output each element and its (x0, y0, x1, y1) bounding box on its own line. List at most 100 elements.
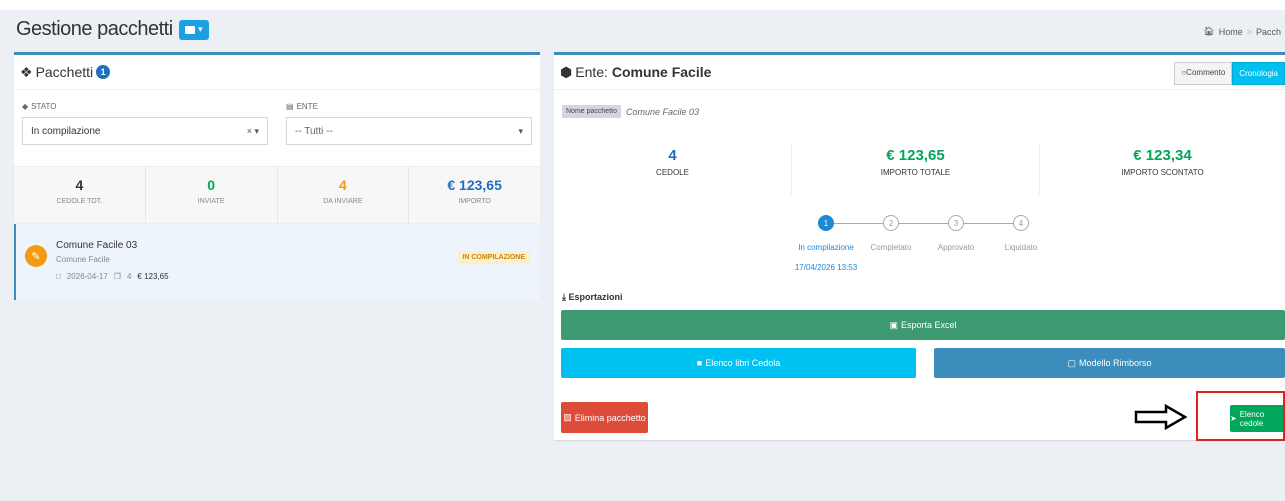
esporta-excel-button[interactable]: ▣ Esporta Excel (561, 310, 1285, 340)
pacchetto-list-item[interactable]: ✎ Comune Facile 03 Comune Facile □ 2026-… (14, 224, 540, 300)
elenco-libri-cedola-button[interactable]: ■ Elenco libri Cedola (561, 348, 916, 378)
stat-value: € 123,65 (886, 147, 945, 164)
cubes-icon: ❖ (20, 63, 33, 80)
cube-icon: ⬢ (560, 63, 573, 80)
breadcrumb-current: Pacch (1255, 26, 1281, 37)
elenco-libri-label: Elenco libri Cedola (705, 358, 781, 368)
stat-inviate: 0 INVIATE (146, 167, 278, 223)
video-camera-icon (185, 25, 196, 34)
pacchetto-title: Comune Facile 03 (56, 240, 138, 251)
stat-value: 4 (668, 147, 677, 164)
pacchetti-header: ❖ Pacchetti 1 (14, 55, 540, 90)
pointer-arrow-icon (1134, 404, 1188, 430)
stato-label: ◆ STATO (22, 102, 268, 111)
page-title-text: Gestione pacchetti (16, 18, 173, 40)
step-1-label: In compilazione (798, 243, 854, 252)
step-line (964, 223, 1019, 224)
commento-button[interactable]: ○Commento (1174, 62, 1233, 85)
stat-cedole-tot: 4 CEDOLE TOT. (14, 167, 146, 223)
top-strip (0, 0, 1285, 10)
chevron-down-icon: ▾ (254, 125, 259, 136)
nome-pacchetto-tag: Nome pacchetto (562, 105, 621, 118)
status-badge: IN COMPILAZIONE (457, 251, 530, 264)
breadcrumb: 🏠︎ Home > Pacch (1203, 26, 1281, 37)
video-dropdown-button[interactable]: ▾ (178, 19, 209, 40)
esportazioni-title: ⤓ Esportazioni (562, 292, 623, 303)
pacchetto-amount: € 123,65 (137, 272, 169, 281)
ente-label-text: ENTE (296, 102, 318, 111)
stat-label: INVIATE (197, 198, 225, 205)
stat-label: IMPORTO TOTALE (880, 168, 951, 177)
step-1-circle: 1 (818, 215, 834, 231)
step-4-label: Liquidato (1004, 243, 1038, 252)
stat-value: 4 (75, 177, 84, 193)
clear-icon[interactable]: × (247, 126, 252, 136)
stat-value: 0 (207, 177, 216, 193)
pacchetto-subtitle: Comune Facile (56, 255, 110, 264)
file-excel-icon: ▣ (889, 319, 898, 330)
step-3-label: Approvato (937, 243, 975, 252)
ente-title-name: Comune Facile (611, 64, 712, 80)
download-icon: ⤓ (562, 292, 566, 302)
nome-pacchetto-row: Nome pacchetto Comune Facile 03 (562, 105, 699, 118)
ente-select[interactable]: -- Tutti -- ▾ (286, 117, 532, 145)
copy-icon: ❐ (113, 272, 121, 281)
cronologia-button[interactable]: Cronologia (1232, 62, 1285, 85)
commento-label: Commento (1186, 68, 1226, 77)
file-pdf-icon: ▢ (1067, 357, 1076, 368)
left-stats: 4 CEDOLE TOT. 0 INVIATE 4 DA INVIARE € 1… (14, 166, 540, 224)
ente-header: ⬢ Ente: Comune Facile ○Commento Cronolog… (554, 55, 1285, 90)
pacchetto-count: 4 (126, 272, 132, 281)
home-icon: 🏠︎ (1203, 26, 1215, 36)
stato-select[interactable]: In compilazione × ▾ (22, 117, 268, 145)
pacchetti-title: Pacchetti (35, 64, 94, 80)
stat-label: IMPORTO SCONTATO (1121, 168, 1204, 177)
trash-icon: ▧ (563, 412, 572, 422)
step-2-label: Completato (870, 243, 912, 252)
right-stats: 4 CEDOLE € 123,65 IMPORTO TOTALE € 123,3… (554, 143, 1285, 195)
pencil-icon: ✎ (25, 245, 47, 267)
stat-cedole: 4 CEDOLE (554, 143, 792, 195)
nome-pacchetto-value: Comune Facile 03 (625, 106, 700, 117)
modello-rimborso-label: Modello Rimborso (1078, 358, 1152, 368)
stat-label: CEDOLE TOT. (56, 198, 103, 205)
stat-label: CEDOLE (656, 168, 689, 177)
ente-label: ▤ ENTE (286, 102, 532, 111)
filters: ◆ STATO In compilazione × ▾ ▤ ENTE -- Tu… (14, 90, 540, 145)
pacchetto-date: 2026-04-17 (66, 272, 108, 281)
step-3-circle: 3 (948, 215, 964, 231)
pacchetti-count-badge: 1 (96, 65, 111, 79)
stato-select-controls: × ▾ (247, 126, 259, 137)
progress-steps: 1 2 3 4 In compilazione Completato Appro… (790, 213, 1040, 283)
highlight-frame (1196, 391, 1285, 441)
building-icon: ▤ (286, 102, 294, 111)
pacchetto-meta: □ 2026-04-17 ❐ 4 € 123,65 (56, 272, 169, 281)
chevron-down-icon: ▾ (518, 125, 523, 136)
stat-importo-scontato: € 123,34 IMPORTO SCONTATO (1040, 143, 1285, 195)
stat-importo: € 123,65 IMPORTO (409, 167, 540, 223)
caret-down-icon: ▾ (198, 24, 203, 34)
stato-filter: ◆ STATO In compilazione × ▾ (22, 102, 268, 145)
stat-value: 4 (338, 177, 347, 193)
calendar-icon: □ (56, 272, 61, 281)
stat-label: IMPORTO (458, 198, 491, 205)
breadcrumb-home[interactable]: Home (1219, 27, 1243, 37)
modello-rimborso-button[interactable]: ▢ Modello Rimborso (934, 348, 1285, 378)
stat-importo-totale: € 123,65 IMPORTO TOTALE (792, 143, 1040, 195)
header-buttons: ○Commento Cronologia (1174, 62, 1285, 85)
ente-filter: ▤ ENTE -- Tutti -- ▾ (286, 102, 532, 145)
stat-da-inviare: 4 DA INVIARE (278, 167, 410, 223)
stat-label: DA INVIARE (323, 198, 363, 205)
page-title: Gestione pacchetti ▾ (16, 18, 209, 41)
stat-value: € 123,65 (447, 177, 502, 193)
ente-select-value: -- Tutti -- (295, 125, 333, 137)
stato-label-text: STATO (31, 102, 57, 111)
pacchetti-panel: ❖ Pacchetti 1 ◆ STATO In compilazione × … (14, 52, 540, 300)
stato-select-value: In compilazione (31, 125, 101, 137)
stat-value: € 123,34 (1133, 147, 1192, 164)
ente-title-prefix: Ente: (575, 64, 608, 80)
step-2-circle: 2 (883, 215, 899, 231)
elimina-pacchetto-button[interactable]: ▧ Elimina pacchetto (561, 402, 648, 433)
esporta-excel-label: Esporta Excel (900, 320, 957, 330)
step-1-date: 17/04/2026 13:53 (794, 263, 858, 272)
